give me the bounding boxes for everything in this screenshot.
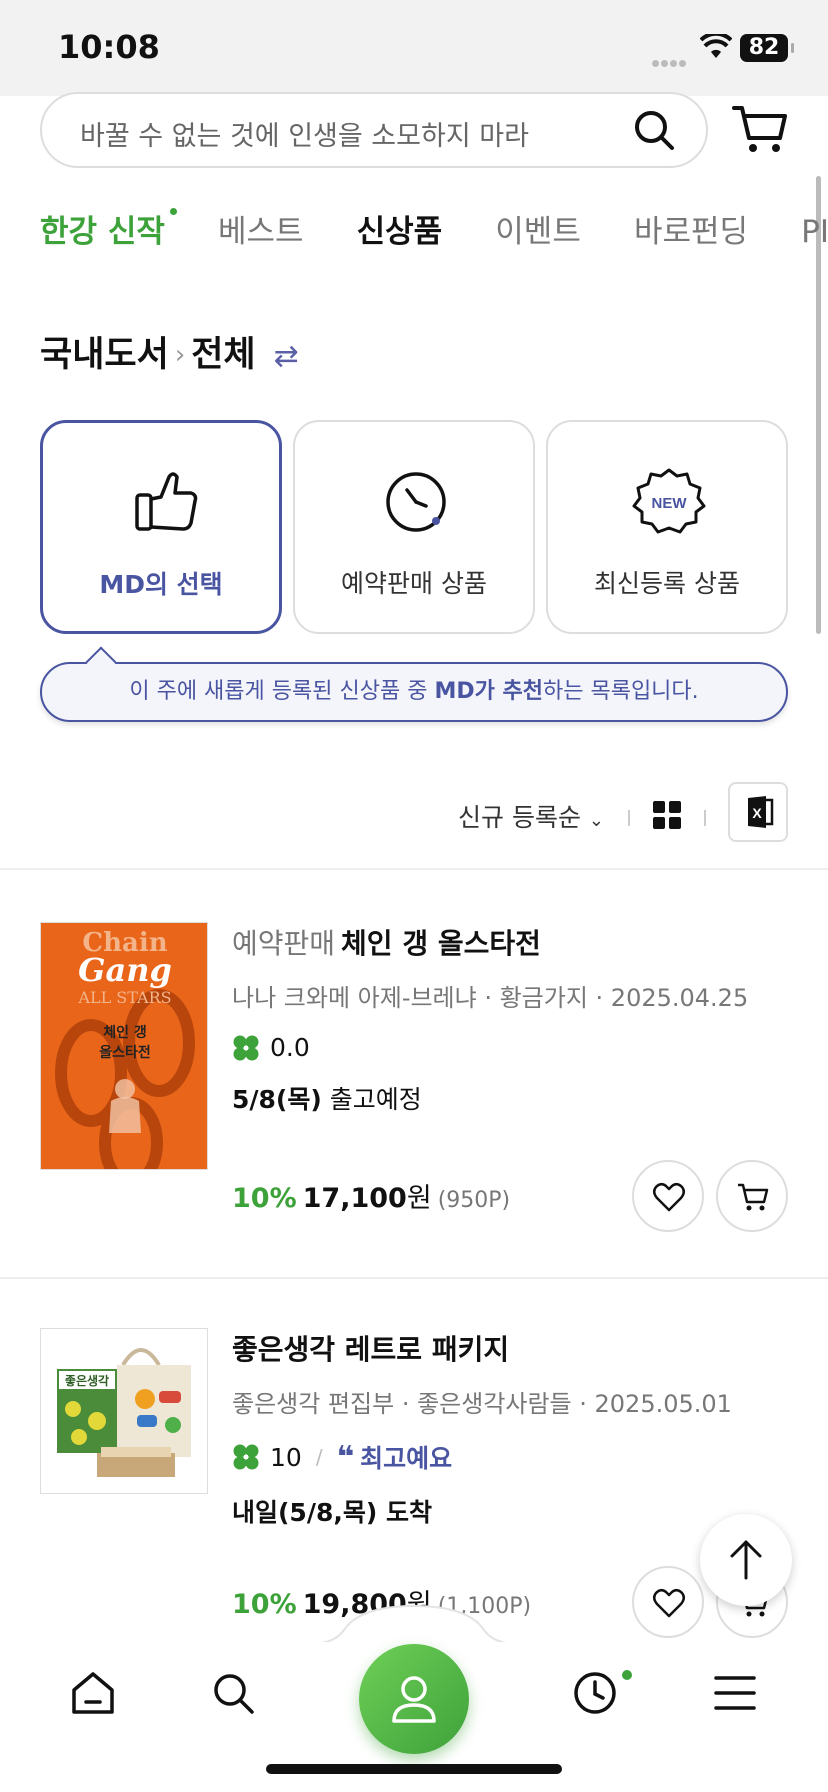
- quote-icon: ❝: [336, 1439, 355, 1475]
- excel-button[interactable]: X: [728, 782, 788, 842]
- category-label: 예약판매 상품: [341, 569, 487, 598]
- heart-icon: [653, 1183, 685, 1212]
- tab-event[interactable]: 이벤트: [495, 206, 581, 251]
- divider: [0, 1277, 828, 1279]
- notification-dot: [622, 1670, 632, 1680]
- excel-icon: X: [748, 796, 774, 828]
- svg-text:ALL STARS: ALL STARS: [77, 988, 171, 1007]
- divider: [628, 810, 630, 826]
- home-indicator: [266, 1764, 562, 1774]
- book-cover[interactable]: 좋은생각: [40, 1328, 208, 1494]
- battery-icon: 82: [740, 34, 794, 62]
- price: 10% 17,100원 (950P): [232, 1183, 511, 1214]
- search-input[interactable]: 바꿀 수 없는 것에 인생을 소모하지 마라: [80, 114, 529, 153]
- search-icon[interactable]: [632, 108, 676, 152]
- tab-funding[interactable]: 바로펀딩: [634, 206, 748, 251]
- status-bar: 10:08 82: [0, 0, 828, 96]
- status-time: 10:08: [58, 28, 160, 66]
- md-pick-tooltip: 이 주에 새롭게 등록된 신상품 중 MD가 추천하는 목록입니다.: [40, 662, 788, 722]
- search-icon[interactable]: [210, 1670, 256, 1716]
- menu-icon[interactable]: [712, 1670, 758, 1716]
- tab-pic[interactable]: PIC: [801, 214, 828, 250]
- divider: /: [315, 1445, 323, 1469]
- breadcrumb-domestic[interactable]: 국내도서: [40, 335, 169, 375]
- category-label: 최신등록 상품: [594, 569, 740, 598]
- history-icon[interactable]: [572, 1670, 618, 1716]
- tab-new[interactable]: 신상품: [357, 206, 443, 251]
- clock-icon: [386, 472, 446, 532]
- breadcrumb: 국내도서 › 전체 ⇄: [40, 326, 299, 377]
- cart-icon[interactable]: [732, 104, 788, 154]
- home-icon[interactable]: [70, 1670, 116, 1716]
- category-recent[interactable]: NEW 최신등록 상품: [546, 420, 788, 634]
- tab-best[interactable]: 베스트: [218, 206, 304, 251]
- svg-text:Gang: Gang: [78, 951, 172, 989]
- review-keyword[interactable]: 최고예요: [360, 1439, 452, 1475]
- grid-icon[interactable]: [652, 800, 682, 830]
- tab-han-kang[interactable]: 한강 신작: [40, 206, 177, 251]
- svg-text:좋은생각: 좋은생각: [65, 1373, 109, 1388]
- divider: [704, 810, 706, 826]
- product-meta: 나나 크와메 아제-브레냐 · 황금가지 · 2025.04.25: [232, 984, 749, 1012]
- product-meta: 좋은생각 편집부 · 좋은생각사람들 · 2025.05.01: [232, 1390, 732, 1418]
- search-bar[interactable]: 바꿀 수 없는 것에 인생을 소모하지 마라: [40, 92, 708, 168]
- rating: 0.0: [232, 1033, 792, 1062]
- clover-icon: [233, 1444, 259, 1470]
- sort-bar: 신규 등록순 ⌄ X: [0, 780, 828, 870]
- chevron-down-icon: ⌄: [588, 810, 604, 831]
- category-cards: MD의 선택 예약판매 상품 NEW 최신등록 상품: [40, 420, 788, 634]
- scroll-to-top-button[interactable]: [700, 1514, 792, 1606]
- thumbs-up-icon: [135, 472, 198, 531]
- product-title[interactable]: 좋은생각 레트로 패키지: [232, 1328, 792, 1368]
- wishlist-button[interactable]: [632, 1160, 704, 1232]
- signal-icon: [652, 52, 690, 67]
- arrow-up-icon: [730, 1540, 762, 1580]
- profile-icon: [392, 1676, 436, 1723]
- wifi-icon: [700, 34, 732, 58]
- top-tabs: 한강 신작 베스트 신상품 이벤트 바로펀딩 PIC: [40, 206, 828, 262]
- rating: 10 / ❝ 최고예요: [232, 1439, 792, 1475]
- shipping-info: 5/8(목) 출고예정: [232, 1085, 422, 1114]
- book-cover[interactable]: Chain Gang ALL STARS 체인 갱 올스타전: [40, 922, 208, 1170]
- product-title[interactable]: 예약판매 체인 갱 올스타전: [232, 922, 792, 962]
- category-md-pick[interactable]: MD의 선택: [40, 420, 282, 634]
- new-badge-text: NEW: [652, 495, 688, 512]
- cart-icon: [738, 1183, 769, 1211]
- sort-dropdown[interactable]: 신규 등록순 ⌄: [458, 798, 604, 834]
- chevron-right-icon: ›: [174, 340, 186, 370]
- breadcrumb-all[interactable]: 전체: [191, 335, 255, 375]
- category-preorder[interactable]: 예약판매 상품: [293, 420, 535, 634]
- category-label: MD의 선택: [99, 570, 223, 599]
- svg-text:체인 갱: 체인 갱: [103, 1024, 147, 1041]
- new-badge-icon: NEW: [632, 468, 706, 534]
- svg-text:X: X: [752, 805, 762, 821]
- swap-icon[interactable]: ⇄: [274, 339, 299, 374]
- svg-text:올스타전: 올스타전: [99, 1044, 151, 1061]
- clover-icon: [233, 1035, 259, 1060]
- my-page-button[interactable]: [359, 1644, 469, 1754]
- add-to-cart-button[interactable]: [716, 1160, 788, 1232]
- rating-value: 0.0: [270, 1033, 310, 1062]
- rating-value: 10: [270, 1442, 302, 1472]
